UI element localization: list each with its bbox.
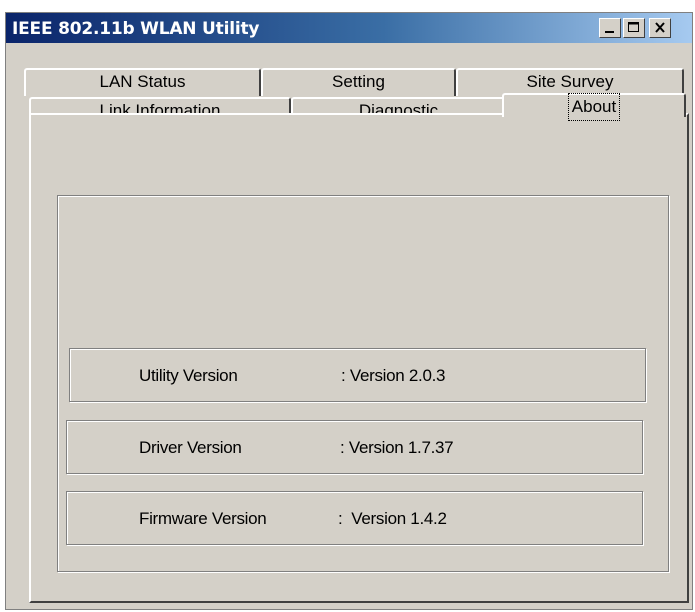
minimize-button[interactable] (599, 18, 621, 38)
firmware-version-row: Firmware Version : Version 1.4.2 (66, 491, 643, 545)
app-window: IEEE 802.11b WLAN Utility LAN Status Set… (5, 12, 693, 610)
driver-version-label: Driver Version (139, 438, 242, 457)
tab-label: Site Survey (526, 72, 614, 91)
tab-label: About (567, 93, 621, 121)
about-panel: Utility Version : Version 2.0.3 Driver V… (29, 113, 689, 603)
close-button[interactable] (649, 18, 671, 38)
maximize-icon (628, 22, 639, 32)
utility-version-label: Utility Version (139, 366, 238, 385)
tab-site-survey[interactable]: Site Survey (456, 68, 684, 96)
firmware-version-value: : Version 1.4.2 (338, 509, 447, 528)
tab-setting[interactable]: Setting (261, 68, 456, 96)
title-bar[interactable]: IEEE 802.11b WLAN Utility (6, 13, 692, 43)
driver-version-value: : Version 1.7.37 (340, 438, 454, 457)
tab-label: LAN Status (99, 72, 186, 91)
minimize-icon (605, 31, 614, 33)
firmware-version-label: Firmware Version (139, 509, 267, 528)
driver-version-row: Driver Version : Version 1.7.37 (66, 420, 643, 474)
tab-label: Setting (332, 72, 385, 91)
window-title: IEEE 802.11b WLAN Utility (12, 19, 260, 39)
tab-about[interactable]: About (502, 93, 686, 121)
maximize-button[interactable] (623, 18, 645, 38)
utility-version-value: : Version 2.0.3 (341, 366, 446, 385)
utility-version-row: Utility Version : Version 2.0.3 (69, 348, 646, 402)
tab-lan-status[interactable]: LAN Status (24, 68, 261, 96)
close-icon (655, 22, 665, 33)
